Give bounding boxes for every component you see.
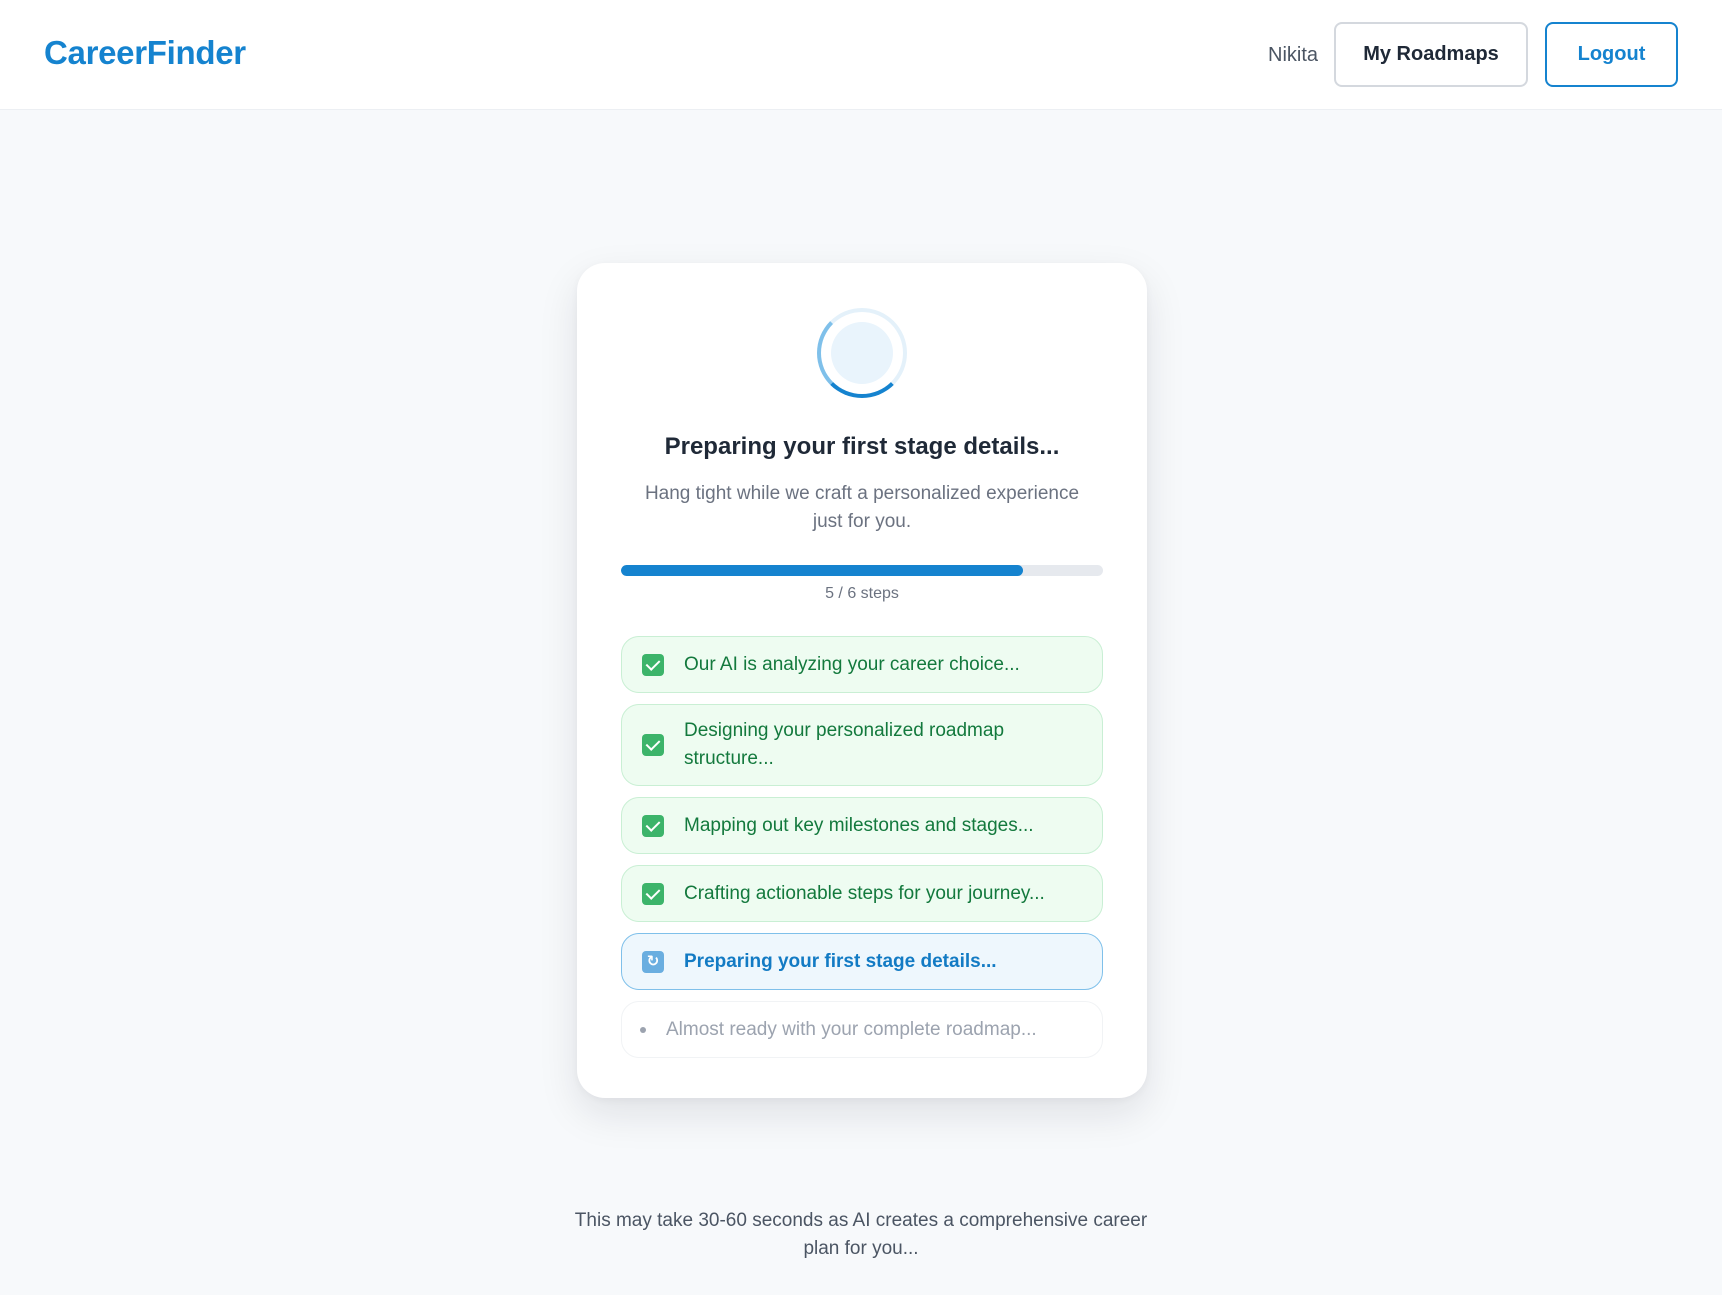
spinner-core [831,322,893,384]
step-label: Our AI is analyzing your career choice..… [684,653,1020,675]
progress-bar [621,565,1103,576]
loading-spinner-icon [817,308,907,398]
step-item-preparing: ↻ Preparing your first stage details... [621,933,1103,990]
footer-note: This may take 30-60 seconds as AI create… [574,1210,1148,1259]
step-list: Our AI is analyzing your career choice..… [621,636,1103,1069]
check-icon [642,814,664,837]
step-label: Designing your personalized roadmap stru… [684,720,1005,769]
logout-button[interactable]: Logout [1545,22,1678,87]
loading-subtitle: Hang tight while we craft a personalized… [644,483,1080,532]
check-icon [642,734,664,756]
step-item-mapping: Mapping out key milestones and stages... [621,797,1103,854]
loading-card: Preparing your first stage details... Ha… [577,263,1147,1098]
step-label: Preparing your first stage details... [684,950,997,972]
step-label: Mapping out key milestones and stages... [684,814,1034,836]
step-label: Almost ready with your complete roadmap.… [666,1018,1037,1040]
step-item-analyzing: Our AI is analyzing your career choice..… [621,636,1103,693]
my-roadmaps-button[interactable]: My Roadmaps [1334,22,1528,87]
step-label: Crafting actionable steps for your journ… [684,882,1045,904]
check-icon [642,882,664,905]
user-name: Nikita [1268,44,1319,66]
check-icon [642,653,664,676]
brand-logo[interactable]: CareerFinder [44,34,246,72]
bullet-icon [640,1026,646,1033]
step-item-crafting: Crafting actionable steps for your journ… [621,865,1103,922]
progress-label: 5 / 6 steps [825,585,899,602]
loading-title: Preparing your first stage details... [664,433,1060,460]
progress-bar-fill [621,565,1023,576]
top-navigation-bar: CareerFinder Nikita My Roadmaps Logout [0,0,1722,110]
step-item-designing: Designing your personalized roadmap stru… [621,704,1103,786]
refresh-icon: ↻ [642,950,664,973]
step-item-almost-ready: Almost ready with your complete roadmap.… [621,1001,1103,1058]
